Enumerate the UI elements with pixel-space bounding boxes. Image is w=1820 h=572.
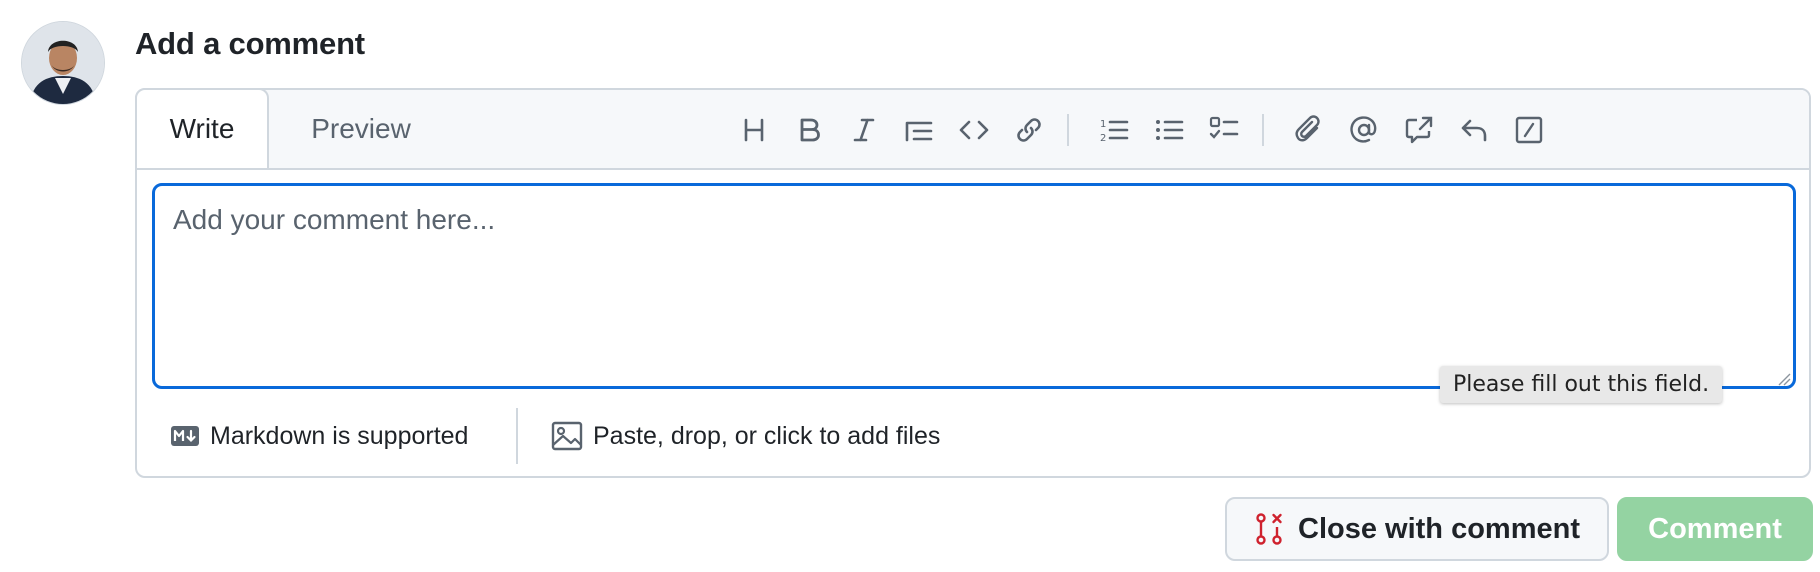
- svg-text:2: 2: [1100, 133, 1106, 144]
- task-list-icon[interactable]: [1202, 108, 1246, 152]
- mention-icon[interactable]: [1342, 108, 1386, 152]
- slash-commands-icon[interactable]: [1507, 108, 1551, 152]
- reply-icon[interactable]: [1452, 108, 1496, 152]
- page-title: Add a comment: [135, 26, 365, 61]
- quote-icon[interactable]: [897, 108, 941, 152]
- comment-textarea[interactable]: [152, 183, 1796, 389]
- footer-divider: [516, 408, 518, 464]
- add-files-label: Paste, drop, or click to add files: [593, 421, 941, 450]
- tab-preview[interactable]: Preview: [285, 90, 437, 168]
- editor-toolbar: Write Preview 12: [135, 88, 1809, 170]
- markdown-supported-link[interactable]: Markdown is supported: [170, 416, 468, 456]
- avatar[interactable]: [21, 21, 105, 105]
- resize-handle-icon[interactable]: [1777, 372, 1791, 386]
- italic-icon[interactable]: [842, 108, 886, 152]
- comment-editor: Write Preview 12 Add your comment here..…: [135, 88, 1811, 478]
- markdown-icon: [171, 426, 199, 446]
- markdown-label: Markdown is supported: [210, 421, 469, 450]
- comment-button[interactable]: Comment: [1617, 497, 1813, 561]
- numbered-list-icon[interactable]: 12: [1092, 108, 1136, 152]
- svg-text:1: 1: [1100, 119, 1106, 130]
- tab-write[interactable]: Write: [135, 88, 269, 168]
- toolbar-divider: [1067, 114, 1069, 146]
- close-with-comment-button[interactable]: Close with comment: [1225, 497, 1609, 561]
- issue-closed-icon: [1256, 513, 1282, 545]
- unordered-list-icon[interactable]: [1147, 108, 1191, 152]
- heading-icon[interactable]: [732, 108, 776, 152]
- validation-tooltip: Please fill out this field.: [1440, 366, 1723, 403]
- bold-icon[interactable]: [787, 108, 831, 152]
- toolbar-divider: [1262, 114, 1264, 146]
- code-icon[interactable]: [952, 108, 996, 152]
- avatar-image: [22, 22, 104, 104]
- link-icon[interactable]: [1007, 108, 1051, 152]
- attach-icon[interactable]: [1287, 108, 1331, 152]
- close-with-comment-label: Close with comment: [1298, 512, 1580, 545]
- reference-icon[interactable]: [1397, 108, 1441, 152]
- image-icon: [551, 421, 583, 451]
- add-files-button[interactable]: Paste, drop, or click to add files: [551, 416, 940, 456]
